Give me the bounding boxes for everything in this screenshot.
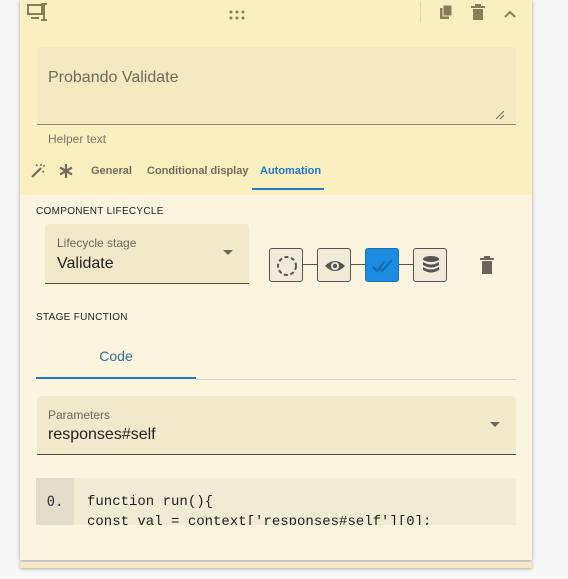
tab-code[interactable]: Code xyxy=(36,338,196,379)
eye-icon xyxy=(325,261,345,271)
next-card-edge xyxy=(20,562,532,568)
helper-text: Helper text xyxy=(48,132,107,146)
resize-handle-icon[interactable] xyxy=(495,106,505,120)
code-line: const val = context['responses#self'][0]… xyxy=(87,514,432,525)
tab-automation[interactable]: Automation xyxy=(260,165,321,177)
label-textarea-value: Probando Validate xyxy=(48,69,179,86)
component-type-icon[interactable] xyxy=(27,3,49,26)
lifecycle-stage-value: Validate xyxy=(57,255,114,272)
stage-validate-button[interactable] xyxy=(365,248,399,282)
tab-general[interactable]: General xyxy=(91,165,132,177)
chevron-down-icon xyxy=(223,250,233,255)
lifecycle-stage-select[interactable]: Lifecycle stage Validate xyxy=(45,224,249,284)
component-tabs: General Conditional display Automation xyxy=(20,155,532,191)
delete-stage-icon[interactable] xyxy=(480,256,494,279)
drag-handle-icon[interactable] xyxy=(229,7,245,25)
component-lifecycle-title: COMPONENT LIFECYCLE xyxy=(36,206,164,217)
collapse-icon[interactable] xyxy=(504,6,516,24)
code-line: function run(){ xyxy=(87,494,214,510)
line-number: 0. xyxy=(46,494,64,510)
double-check-icon xyxy=(372,259,393,273)
card-header: Probando Validate Helper text General Co… xyxy=(20,0,532,195)
active-tab-indicator xyxy=(36,377,196,379)
form-component-card: Probando Validate Helper text General Co… xyxy=(20,0,532,560)
init-circle-icon xyxy=(277,256,297,276)
active-tab-indicator xyxy=(252,188,324,190)
magic-wand-icon[interactable] xyxy=(30,163,46,184)
stage-submit-button[interactable] xyxy=(413,248,447,282)
parameters-select[interactable]: Parameters responses#self xyxy=(37,396,516,455)
parameters-label: Parameters xyxy=(48,408,111,422)
chevron-down-icon xyxy=(490,422,500,427)
tab-divider xyxy=(196,379,516,380)
stage-connector xyxy=(351,264,365,265)
database-icon xyxy=(423,256,439,273)
tab-conditional-display[interactable]: Conditional display xyxy=(147,165,248,177)
parameters-value: responses#self xyxy=(48,426,156,443)
line-gutter: 0. xyxy=(36,478,74,525)
toolbar-divider xyxy=(420,2,421,22)
lifecycle-stage-label: Lifecycle stage xyxy=(57,236,137,250)
stage-connector xyxy=(303,264,317,265)
delete-icon[interactable] xyxy=(471,4,485,25)
component-toolbar xyxy=(20,0,532,26)
stage-init-button[interactable] xyxy=(269,248,303,282)
label-textarea[interactable]: Probando Validate xyxy=(37,47,516,125)
stage-connector xyxy=(399,264,413,265)
tab-code-label: Code xyxy=(99,348,133,364)
code-editor[interactable]: 0. function run(){ const val = context['… xyxy=(36,478,516,525)
asterisk-icon[interactable] xyxy=(58,163,74,184)
copy-icon[interactable] xyxy=(439,4,453,25)
stage-view-button[interactable] xyxy=(317,248,351,282)
stage-function-title: STAGE FUNCTION xyxy=(36,312,128,323)
